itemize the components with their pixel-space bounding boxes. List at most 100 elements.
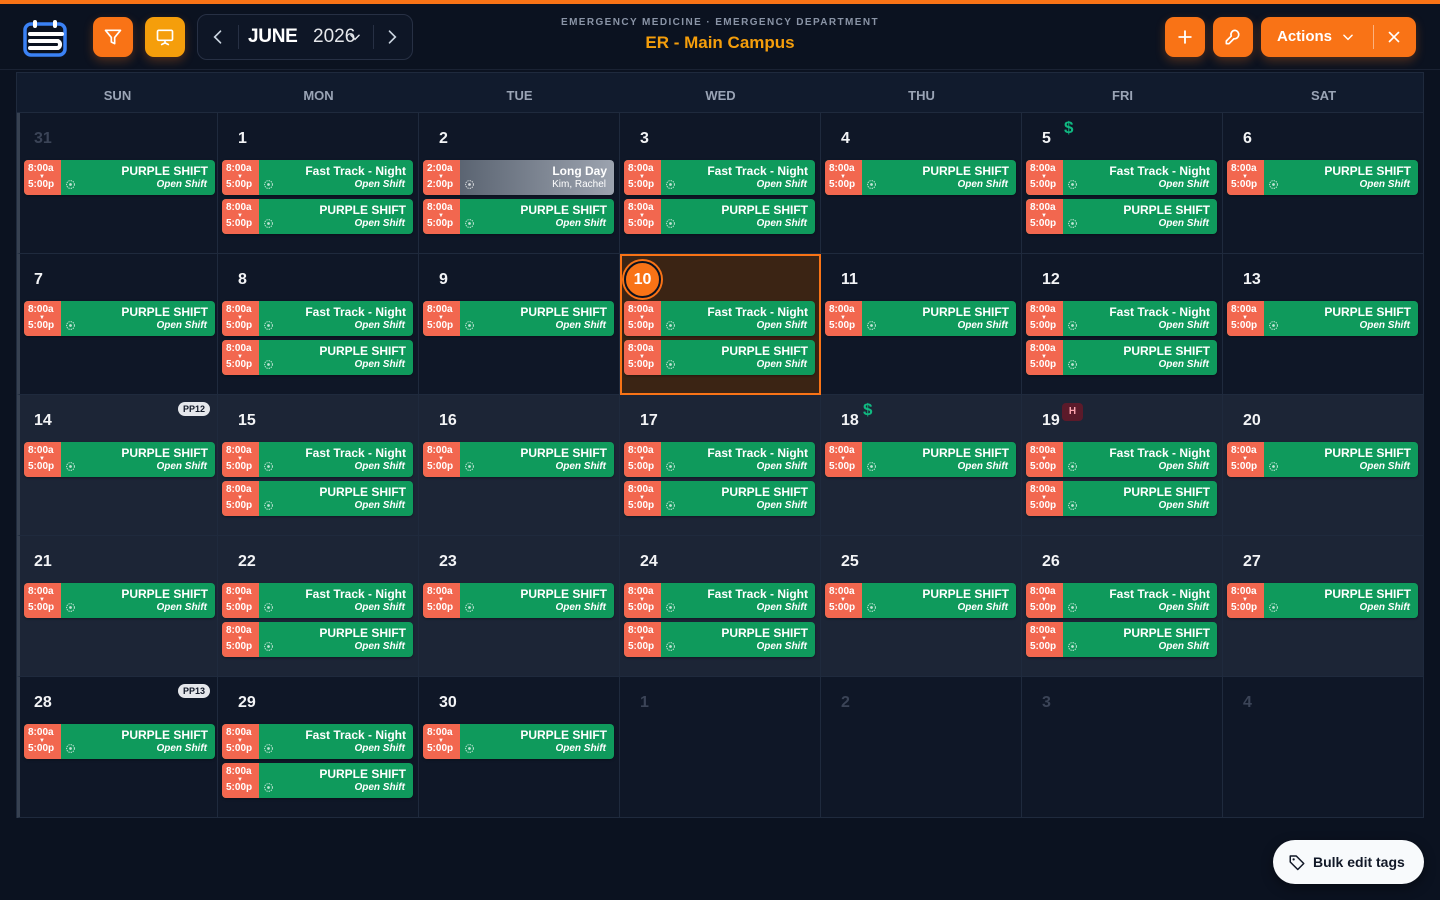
presentation-button[interactable] bbox=[145, 17, 185, 57]
day-cell[interactable]: 21 8:00a ▼ 5:00p PURPLE SHIFT Open Shift bbox=[17, 536, 218, 677]
shift-card[interactable]: 8:00a ▼ 5:00p PURPLE SHIFT Open Shift bbox=[423, 442, 614, 477]
tools-button[interactable] bbox=[1213, 17, 1253, 57]
shift-card[interactable]: 8:00a ▼ 5:00p Fast Track - Night Open Shift bbox=[222, 583, 413, 618]
day-cell[interactable]: 20 8:00a ▼ 5:00p PURPLE SHIFT Open Shift bbox=[1223, 395, 1424, 536]
day-cell[interactable]: 2 bbox=[821, 677, 1022, 818]
day-number[interactable]: 11 bbox=[841, 271, 858, 289]
day-number[interactable]: 14 bbox=[34, 412, 52, 430]
day-cell[interactable]: 16 8:00a ▼ 5:00p PURPLE SHIFT Open Shift bbox=[419, 395, 620, 536]
day-cell[interactable]: 4 8:00a ▼ 5:00p PURPLE SHIFT Open Shift bbox=[821, 113, 1022, 254]
day-number[interactable]: 1 bbox=[238, 130, 247, 148]
day-number[interactable]: 4 bbox=[841, 130, 850, 148]
shift-card[interactable]: 8:00a ▼ 5:00p PURPLE SHIFT Open Shift bbox=[222, 481, 413, 516]
shift-card[interactable]: 8:00a ▼ 5:00p Fast Track - Night Open Shift bbox=[624, 583, 815, 618]
shift-card[interactable]: 8:00a ▼ 5:00p PURPLE SHIFT Open Shift bbox=[1026, 622, 1217, 657]
day-cell[interactable]: 4 bbox=[1223, 677, 1424, 818]
shift-card[interactable]: 8:00a ▼ 5:00p PURPLE SHIFT Open Shift bbox=[624, 340, 815, 375]
actions-menu-button[interactable]: Actions bbox=[1261, 17, 1416, 57]
shift-card[interactable]: 8:00a ▼ 5:00p PURPLE SHIFT Open Shift bbox=[825, 160, 1016, 195]
app-logo-icon[interactable] bbox=[22, 19, 70, 59]
shift-card[interactable]: 8:00a ▼ 5:00p Fast Track - Night Open Shift bbox=[222, 160, 413, 195]
day-number[interactable]: 29 bbox=[238, 694, 256, 712]
shift-card[interactable]: 8:00a ▼ 5:00p PURPLE SHIFT Open Shift bbox=[222, 199, 413, 234]
shift-card[interactable]: 8:00a ▼ 5:00p PURPLE SHIFT Open Shift bbox=[825, 583, 1016, 618]
day-cell[interactable]: 9 8:00a ▼ 5:00p PURPLE SHIFT Open Shift bbox=[419, 254, 620, 395]
day-number[interactable]: 24 bbox=[640, 553, 658, 571]
day-number[interactable]: 7 bbox=[34, 271, 43, 289]
shift-card[interactable]: 8:00a ▼ 5:00p PURPLE SHIFT Open Shift bbox=[624, 199, 815, 234]
shift-card[interactable]: 8:00a ▼ 5:00p PURPLE SHIFT Open Shift bbox=[624, 622, 815, 657]
filter-button[interactable] bbox=[93, 17, 133, 57]
day-cell[interactable]: 23 8:00a ▼ 5:00p PURPLE SHIFT Open Shift bbox=[419, 536, 620, 677]
day-cell[interactable]: 10 8:00a ▼ 5:00p Fast Track - Night Open Shif… bbox=[620, 254, 821, 395]
shift-card[interactable]: 8:00a ▼ 5:00p Fast Track - Night Open Shift bbox=[1026, 442, 1217, 477]
day-cell[interactable]: 14 PP12 8:00a ▼ 5:00p PURPLE SHIFT Open Shift bbox=[17, 395, 218, 536]
day-number[interactable]: 3 bbox=[1042, 694, 1051, 712]
day-number[interactable]: 31 bbox=[34, 130, 52, 148]
day-number[interactable]: 3 bbox=[640, 130, 649, 148]
add-button[interactable] bbox=[1165, 17, 1205, 57]
day-cell[interactable]: 2 2:00a ▼ 2:00p Long Day Kim, Rachel 8:00a ▼ 5:0… bbox=[419, 113, 620, 254]
day-cell[interactable]: 15 8:00a ▼ 5:00p Fast Track - Night Open Shif… bbox=[218, 395, 419, 536]
day-number[interactable]: 17 bbox=[640, 412, 658, 430]
day-number[interactable]: 5 bbox=[1042, 130, 1051, 148]
shift-card[interactable]: 8:00a ▼ 5:00p PURPLE SHIFT Open Shift bbox=[222, 622, 413, 657]
day-cell[interactable]: 8 8:00a ▼ 5:00p Fast Track - Night Open Shift… bbox=[218, 254, 419, 395]
shift-card[interactable]: 8:00a ▼ 5:00p PURPLE SHIFT Open Shift bbox=[624, 481, 815, 516]
day-cell[interactable]: 30 8:00a ▼ 5:00p PURPLE SHIFT Open Shift bbox=[419, 677, 620, 818]
day-number[interactable]: 2 bbox=[439, 130, 448, 148]
day-cell[interactable]: 12 8:00a ▼ 5:00p Fast Track - Night Open Shif… bbox=[1022, 254, 1223, 395]
day-cell[interactable]: 28 PP13 8:00a ▼ 5:00p PURPLE SHIFT Open Shift bbox=[17, 677, 218, 818]
shift-card[interactable]: 8:00a ▼ 5:00p Fast Track - Night Open Shift bbox=[1026, 160, 1217, 195]
day-cell[interactable]: 18 $8:00a ▼ 5:00p PURPLE SHIFT Open Shift bbox=[821, 395, 1022, 536]
day-number[interactable]: 8 bbox=[238, 271, 247, 289]
day-cell[interactable]: 27 8:00a ▼ 5:00p PURPLE SHIFT Open Shift bbox=[1223, 536, 1424, 677]
shift-card[interactable]: 8:00a ▼ 5:00p Fast Track - Night Open Shift bbox=[624, 160, 815, 195]
shift-card[interactable]: 2:00a ▼ 2:00p Long Day Kim, Rachel bbox=[423, 160, 614, 195]
day-number[interactable]: 6 bbox=[1243, 130, 1252, 148]
day-cell[interactable]: 1 8:00a ▼ 5:00p Fast Track - Night Open Shift… bbox=[218, 113, 419, 254]
shift-card[interactable]: 8:00a ▼ 5:00p PURPLE SHIFT Open Shift bbox=[24, 724, 215, 759]
next-month-button[interactable] bbox=[382, 27, 402, 47]
shift-card[interactable]: 8:00a ▼ 5:00p PURPLE SHIFT Open Shift bbox=[24, 301, 215, 336]
day-cell[interactable]: 1 bbox=[620, 677, 821, 818]
shift-card[interactable]: 8:00a ▼ 5:00p PURPLE SHIFT Open Shift bbox=[1227, 442, 1418, 477]
day-number[interactable]: 21 bbox=[34, 553, 52, 571]
day-cell[interactable]: 22 8:00a ▼ 5:00p Fast Track - Night Open Shif… bbox=[218, 536, 419, 677]
day-number[interactable]: 27 bbox=[1243, 553, 1261, 571]
day-cell[interactable]: 25 8:00a ▼ 5:00p PURPLE SHIFT Open Shift bbox=[821, 536, 1022, 677]
day-cell[interactable]: 29 8:00a ▼ 5:00p Fast Track - Night Open Shif… bbox=[218, 677, 419, 818]
month-label[interactable]: JUNE bbox=[248, 26, 298, 48]
day-cell[interactable]: 19 H 8:00a ▼ 5:00p Fast Track - Night Open Shi… bbox=[1022, 395, 1223, 536]
day-number[interactable]: 30 bbox=[439, 694, 457, 712]
shift-card[interactable]: 8:00a ▼ 5:00p PURPLE SHIFT Open Shift bbox=[1227, 160, 1418, 195]
day-cell[interactable]: 5 $8:00a ▼ 5:00p Fast Track - Night Open Shif… bbox=[1022, 113, 1223, 254]
day-number[interactable]: 18 bbox=[841, 412, 859, 430]
day-cell[interactable]: 3 bbox=[1022, 677, 1223, 818]
shift-card[interactable]: 8:00a ▼ 5:00p Fast Track - Night Open Shift bbox=[222, 442, 413, 477]
shift-card[interactable]: 8:00a ▼ 5:00p PURPLE SHIFT Open Shift bbox=[825, 301, 1016, 336]
day-number[interactable]: 1 bbox=[640, 694, 649, 712]
day-cell[interactable]: 17 8:00a ▼ 5:00p Fast Track - Night Open Shif… bbox=[620, 395, 821, 536]
day-number[interactable]: 12 bbox=[1042, 271, 1060, 289]
shift-card[interactable]: 8:00a ▼ 5:00p PURPLE SHIFT Open Shift bbox=[423, 301, 614, 336]
day-number[interactable]: 20 bbox=[1243, 412, 1261, 430]
day-number[interactable]: 22 bbox=[238, 553, 256, 571]
today-date-badge[interactable]: 10 bbox=[624, 261, 661, 298]
shift-card[interactable]: 8:00a ▼ 5:00p PURPLE SHIFT Open Shift bbox=[1227, 583, 1418, 618]
shift-card[interactable]: 8:00a ▼ 5:00p PURPLE SHIFT Open Shift bbox=[222, 340, 413, 375]
day-cell[interactable]: 24 8:00a ▼ 5:00p Fast Track - Night Open Shif… bbox=[620, 536, 821, 677]
shift-card[interactable]: 8:00a ▼ 5:00p PURPLE SHIFT Open Shift bbox=[825, 442, 1016, 477]
day-cell[interactable]: 26 8:00a ▼ 5:00p Fast Track - Night Open Shif… bbox=[1022, 536, 1223, 677]
shift-card[interactable]: 8:00a ▼ 5:00p PURPLE SHIFT Open Shift bbox=[24, 583, 215, 618]
shift-card[interactable]: 8:00a ▼ 5:00p PURPLE SHIFT Open Shift bbox=[1026, 481, 1217, 516]
day-number[interactable]: 26 bbox=[1042, 553, 1060, 571]
day-cell[interactable]: 13 8:00a ▼ 5:00p PURPLE SHIFT Open Shift bbox=[1223, 254, 1424, 395]
shift-card[interactable]: 8:00a ▼ 5:00p Fast Track - Night Open Shift bbox=[1026, 583, 1217, 618]
day-number[interactable]: 4 bbox=[1243, 694, 1252, 712]
shift-card[interactable]: 8:00a ▼ 5:00p PURPLE SHIFT Open Shift bbox=[24, 442, 215, 477]
shift-card[interactable]: 8:00a ▼ 5:00p PURPLE SHIFT Open Shift bbox=[1026, 340, 1217, 375]
bulk-edit-tags-button[interactable]: Bulk edit tags bbox=[1273, 840, 1424, 884]
day-number[interactable]: 19 bbox=[1042, 412, 1060, 430]
day-cell[interactable]: 11 8:00a ▼ 5:00p PURPLE SHIFT Open Shift bbox=[821, 254, 1022, 395]
